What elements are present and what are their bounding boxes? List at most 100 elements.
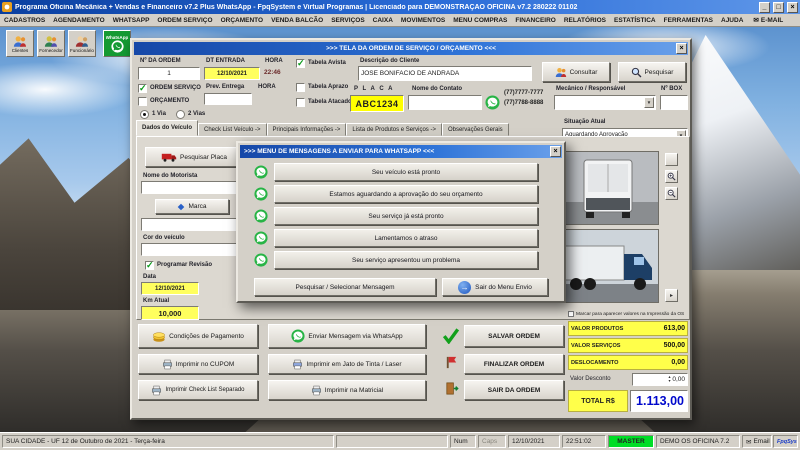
tabela-atacado-checkbox[interactable] xyxy=(296,98,305,107)
menu-estatistica[interactable]: ESTATÍSTICA xyxy=(610,17,660,24)
orcamento-checkbox[interactable] xyxy=(138,97,147,106)
mecanico-label: Mecânico / Responsável xyxy=(556,86,626,92)
status-location: SUA CIDADE - UF 12 de Outubro de 2021 - … xyxy=(2,435,334,448)
toolbar-shortcuts: Clientes Fornecedor Funcionário WhatsApp xyxy=(6,30,131,57)
print-values-checkbox[interactable] xyxy=(568,311,574,317)
marca-button[interactable]: Marca xyxy=(155,199,229,214)
tab-observacoes-gerais[interactable]: Observações Gerais xyxy=(441,123,509,136)
app-title: Programa Oficina Mecânica + Vendas e Fin… xyxy=(15,3,578,11)
via1-radio[interactable] xyxy=(140,110,149,119)
search-icon xyxy=(631,67,642,77)
salvar-ordem-button[interactable]: SALVAR ORDEM xyxy=(464,325,564,347)
spinner-icon[interactable]: ▲ ▼ xyxy=(668,375,672,383)
app-titlebar[interactable]: Programa Oficina Mecânica + Vendas e Fin… xyxy=(0,0,800,14)
placa-field[interactable]: ABC1234 xyxy=(350,95,404,112)
photo-blank-button[interactable] xyxy=(665,153,678,166)
whatsapp-contact-button[interactable] xyxy=(485,95,500,110)
menu-servicos[interactable]: SERVIÇOS xyxy=(327,17,368,24)
imprimir-matricial-button[interactable]: Imprimir na Matricial xyxy=(268,380,426,400)
motorista-field[interactable] xyxy=(141,181,241,194)
programar-revisao-checkbox[interactable] xyxy=(145,260,154,271)
menu-ajuda[interactable]: AJUDA xyxy=(717,17,747,24)
people-icon xyxy=(555,67,566,77)
sair-menu-envio-button[interactable]: → Sair do Menu Envio xyxy=(442,278,548,296)
menu-caixa[interactable]: CAIXA xyxy=(369,17,397,24)
pesquisar-placa-button[interactable]: Pesquisar Placa xyxy=(145,147,243,167)
maximize-icon[interactable]: □ xyxy=(773,1,784,13)
message-veiculo-pronto-button[interactable]: Seu veículo está pronto xyxy=(274,163,538,181)
menu-relatorios[interactable]: RELATÓRIOS xyxy=(560,17,610,24)
dt-entrada-field[interactable]: 12/10/2021 xyxy=(204,67,260,80)
contato-field[interactable] xyxy=(408,95,482,110)
enviar-whatsapp-button[interactable]: Enviar Mensagem via WhatsApp xyxy=(268,324,426,348)
pesquisar-mensagem-button[interactable]: Pesquisar / Selecionar Mensagem xyxy=(254,278,436,296)
close-icon[interactable]: × xyxy=(787,1,798,13)
close-icon[interactable]: × xyxy=(676,43,687,54)
menu-agendamento[interactable]: AGENDAMENTO xyxy=(49,17,109,24)
marca-field[interactable] xyxy=(141,218,241,231)
descricao-cliente-field[interactable]: JOSE BONIFACIO DE ANDRADA xyxy=(358,66,532,81)
imprimir-cupom-button[interactable]: Imprimir no CUPOM xyxy=(138,354,258,374)
message-aguardando-aprovacao-button[interactable]: Estamos aguardando a aprovação do seu or… xyxy=(274,185,538,203)
sair-ordem-button[interactable]: SAIR DA ORDEM xyxy=(464,380,564,400)
tabela-avista-checkbox[interactable] xyxy=(296,58,305,69)
shortcut-funcionario[interactable]: Funcionário xyxy=(68,30,96,57)
menu-movimentos[interactable]: MOVIMENTOS xyxy=(397,17,449,24)
km-atual-field[interactable]: 10,000 xyxy=(141,306,199,320)
message-servico-problema-button[interactable]: Seu serviço apresentou um problema xyxy=(274,251,538,269)
menu-venda-balcao[interactable]: VENDA BALCÃO xyxy=(267,17,327,24)
message-lamentamos-atraso-button[interactable]: Lamentamos o atraso xyxy=(274,229,538,247)
imprimir-checklist-button[interactable]: Imprimir Check List Separado xyxy=(138,380,258,400)
status-email[interactable]: ✉ Email xyxy=(742,435,772,448)
descricao-cliente-label: Descrição do Cliente xyxy=(360,58,420,64)
via2-radio[interactable] xyxy=(176,110,185,119)
box-field[interactable] xyxy=(660,95,688,110)
menu-orcamento[interactable]: ORÇAMENTO xyxy=(217,17,268,24)
save-check-icon xyxy=(442,326,460,349)
num-ordem-field[interactable]: 1 xyxy=(138,67,200,80)
finalizar-ordem-button[interactable]: FINALIZAR ORDEM xyxy=(464,354,564,374)
menu-compras[interactable]: MENU COMPRAS xyxy=(449,17,511,24)
menu-ordem-servico[interactable]: ORDEM SERVIÇO xyxy=(153,17,216,24)
menu-email[interactable]: ✉ E-MAIL xyxy=(749,16,787,25)
cor-veiculo-label: Cor do veículo xyxy=(143,235,185,241)
people-icon xyxy=(44,35,58,47)
tab-principais-informacoes[interactable]: Principais Informações -> xyxy=(266,123,347,136)
tabela-aprazo-checkbox[interactable] xyxy=(296,83,305,92)
data-revisao-field[interactable]: 12/10/2021 xyxy=(141,282,199,295)
menu-cadastros[interactable]: CADASTROS xyxy=(0,17,49,24)
cor-veiculo-field[interactable] xyxy=(141,243,237,256)
mecanico-dropdown[interactable]: ▼ xyxy=(554,95,656,110)
condicoes-pagamento-button[interactable]: Condições de Pagamento xyxy=(138,324,258,348)
prev-entrega-field[interactable] xyxy=(204,93,252,105)
zoom-out-icon[interactable] xyxy=(665,187,678,200)
minimize-icon[interactable]: _ xyxy=(759,1,770,13)
consultar-button[interactable]: Consultar xyxy=(542,62,610,82)
menu-financeiro[interactable]: FINANCEIRO xyxy=(511,17,559,24)
order-window-titlebar[interactable]: >>> TELA DA ORDEM DE SERVIÇO / ORÇAMENTO… xyxy=(134,42,688,55)
zoom-in-icon[interactable] xyxy=(665,170,678,183)
envelope-icon: ✉ xyxy=(753,17,759,24)
vehicle-photo-rear[interactable] xyxy=(555,151,659,225)
modal-titlebar[interactable]: >>> MENU DE MENSAGENS A ENVIAR PARA WHAT… xyxy=(240,145,562,158)
total-label-chip: TOTAL R$ xyxy=(568,390,628,412)
pesquisar-button[interactable]: Pesquisar xyxy=(618,62,686,82)
imprimir-jato-button[interactable]: Imprimir em Jato de Tinta / Laser xyxy=(268,354,426,374)
tab-check-list[interactable]: Check List Veículo -> xyxy=(198,123,267,136)
chevron-down-icon[interactable]: ▼ xyxy=(644,97,654,108)
tab-dados-veiculo[interactable]: Dados do Veículo xyxy=(136,120,199,136)
shortcut-clientes[interactable]: Clientes xyxy=(6,30,34,57)
close-icon[interactable]: × xyxy=(550,146,561,157)
menu-ferramentas[interactable]: FERRAMENTAS xyxy=(660,17,717,24)
valor-desconto-field[interactable]: ▲ ▼ 0,00 xyxy=(632,373,688,386)
photo-next-button[interactable]: ▸ xyxy=(665,289,678,302)
tab-lista-produtos-servicos[interactable]: Lista de Produtos e Serviços -> xyxy=(346,123,442,136)
total-value: 1.113,00 xyxy=(630,390,688,412)
shortcut-whatsapp[interactable]: WhatsApp xyxy=(103,30,131,57)
ordem-servico-checkbox[interactable] xyxy=(138,83,147,94)
menu-whatsapp[interactable]: WHATSAPP xyxy=(109,17,154,24)
message-servico-pronto-button[interactable]: Seu serviço já está pronto xyxy=(274,207,538,225)
shortcut-fornecedor[interactable]: Fornecedor xyxy=(37,30,65,57)
orcamento-label: ORÇAMENTO xyxy=(150,98,190,104)
vehicle-photo-side[interactable] xyxy=(555,229,659,303)
